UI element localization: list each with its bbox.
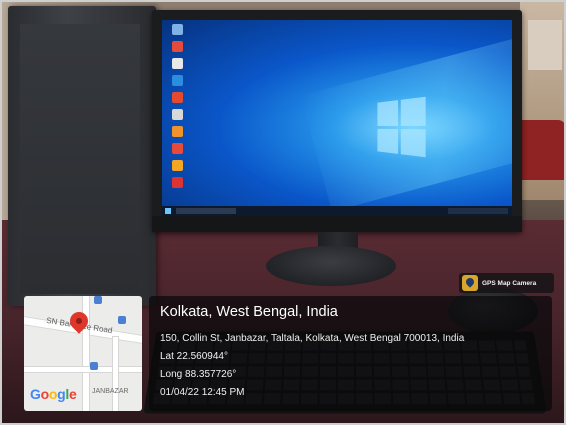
app-badge-label: GPS Map Camera [482, 279, 537, 287]
desktop-app-icon [172, 58, 183, 69]
map-road [24, 366, 142, 373]
photo-scene: GPS Map Camera SN Banerjee Road JANBAZAR… [0, 0, 566, 425]
transit-icon [118, 316, 126, 324]
address-line: 150, Collin St, Janbazar, Taltala, Kolka… [160, 333, 465, 344]
transit-icon [94, 296, 102, 304]
longitude-line: Long 88.357726° [160, 369, 237, 380]
monitor-stand-base [266, 246, 396, 286]
desktop-app-icon [172, 177, 183, 188]
taskbar-search [176, 208, 236, 214]
latitude-line: Lat 22.560944° [160, 351, 228, 362]
desktop-app-icon [172, 160, 183, 171]
datetime-line: 01/04/22 12:45 PM [160, 387, 245, 398]
pc-tower-panel [20, 24, 140, 294]
google-logo: Google [30, 386, 77, 402]
desktop-app-icon [172, 92, 183, 103]
map-road [112, 336, 119, 411]
taskbar [162, 206, 512, 216]
map-thumbnail: SN Banerjee Road JANBAZAR Google [24, 296, 142, 411]
desktop-app-icon [172, 143, 183, 154]
desktop-app-icon [172, 75, 183, 86]
desktop-icons [168, 24, 190, 194]
system-tray [448, 208, 508, 214]
monitor-chin [152, 216, 522, 232]
desktop-app-icon [172, 41, 183, 52]
pc-tower [8, 6, 156, 306]
gps-map-camera-icon [462, 275, 478, 291]
gps-map-camera-badge: GPS Map Camera [459, 273, 554, 293]
desktop-app-icon [172, 109, 183, 120]
desktop-app-icon [172, 126, 183, 137]
windows-logo-icon [377, 96, 426, 158]
location-title: Kolkata, West Bengal, India [160, 304, 338, 320]
map-area-label: JANBAZAR [92, 388, 129, 395]
monitor-screen [162, 20, 512, 216]
start-icon [165, 208, 171, 214]
background-shelf [528, 20, 562, 70]
recycle-bin-icon [172, 24, 183, 35]
transit-icon [90, 362, 98, 370]
